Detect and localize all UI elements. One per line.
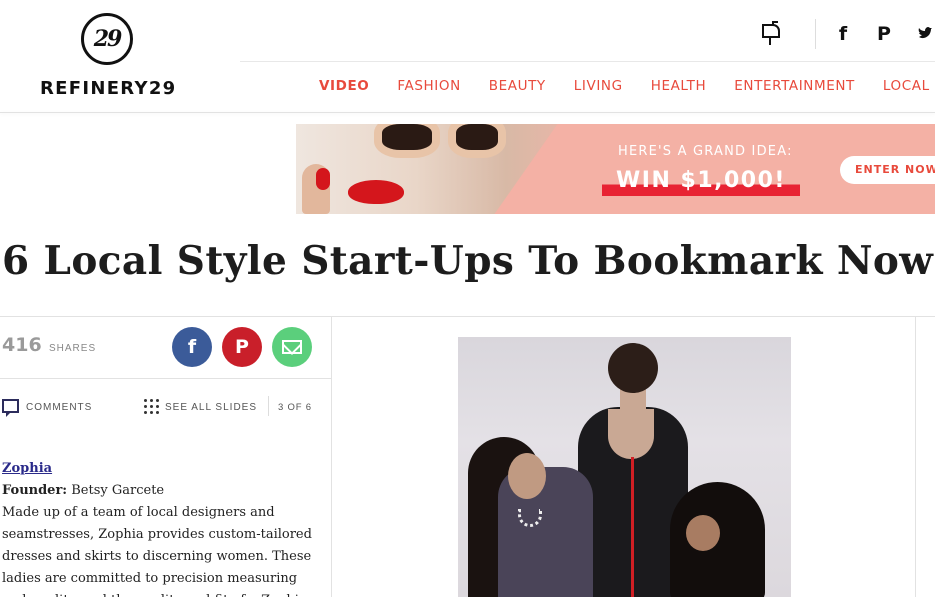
logo-wordmark: REFINERY29 — [40, 78, 177, 99]
slide-photo — [458, 337, 791, 597]
photo-face-left — [508, 453, 546, 499]
pinterest-icon[interactable]: P — [877, 23, 891, 45]
column-divider — [331, 316, 332, 597]
main-nav: VIDEO FASHION BEAUTY LIVING HEALTH ENTER… — [319, 78, 935, 94]
photo-zipper — [631, 457, 634, 597]
ad-lips — [348, 180, 404, 204]
see-all-slides-link[interactable]: SEE ALL SLIDES — [165, 402, 257, 413]
slide-position: 3 OF 6 — [278, 402, 312, 413]
ad-sunglasses-left — [374, 124, 440, 158]
photo-back — [608, 409, 654, 459]
share-pinterest-button[interactable]: P — [222, 327, 262, 367]
header-bottom-border — [0, 112, 935, 113]
facebook-icon: f — [187, 336, 197, 358]
nav-item-beauty[interactable]: BEAUTY — [489, 78, 546, 94]
ad-nail — [316, 168, 330, 190]
toolbar-divider — [268, 396, 269, 416]
grid-icon[interactable] — [144, 399, 159, 414]
ad-banner[interactable]: HERE'S A GRAND IDEA: WIN $1,000! ENTER N… — [296, 124, 935, 214]
nav-item-entertainment[interactable]: ENTERTAINMENT — [734, 78, 855, 94]
share-bar-rule — [0, 378, 331, 379]
ad-sunglasses-right — [448, 124, 506, 158]
slide-description-block: Zophia Founder: Betsy Garcete Made up of… — [2, 458, 322, 597]
brand-link[interactable]: Zophia — [2, 458, 322, 480]
ad-headline-big: WIN $1,000! — [602, 166, 800, 196]
nav-item-health[interactable]: HEALTH — [651, 78, 707, 94]
content-top-rule — [0, 316, 935, 317]
comments-link[interactable]: COMMENTS — [26, 402, 92, 413]
ad-enter-now-button[interactable]: ENTER NOW — [840, 156, 935, 184]
column-divider-right — [915, 316, 916, 597]
logo-mark: 29 — [81, 13, 133, 65]
article-title: 6 Local Style Start-Ups To Bookmark Now — [2, 238, 934, 284]
header-social: f P — [760, 19, 932, 49]
nav-item-local[interactable]: LOCAL — [883, 78, 930, 94]
comments-icon[interactable] — [2, 399, 19, 417]
nav-divider — [240, 61, 935, 62]
nav-item-living[interactable]: LIVING — [574, 78, 623, 94]
twitter-icon[interactable] — [918, 23, 932, 45]
photo-face-right — [686, 515, 720, 551]
ad-headline-small: HERE'S A GRAND IDEA: — [618, 144, 793, 159]
nav-item-video[interactable]: VIDEO — [319, 78, 369, 94]
photo-head — [608, 343, 658, 393]
share-count: 416 — [2, 334, 42, 356]
pinterest-icon: P — [235, 336, 249, 358]
nav-item-fashion[interactable]: FASHION — [397, 78, 460, 94]
header-divider — [815, 19, 816, 49]
founder-name: Betsy Garcete — [71, 483, 165, 498]
facebook-icon[interactable]: f — [836, 23, 850, 45]
slide-description: Made up of a team of local designers and… — [2, 505, 312, 597]
mailbox-icon[interactable] — [760, 21, 784, 47]
share-email-button[interactable] — [272, 327, 312, 367]
share-label: SHARES — [49, 343, 97, 354]
email-icon — [282, 340, 302, 354]
founder-label: Founder: — [2, 483, 68, 498]
share-facebook-button[interactable]: f — [172, 327, 212, 367]
founder-line: Founder: Betsy Garcete — [2, 480, 322, 502]
